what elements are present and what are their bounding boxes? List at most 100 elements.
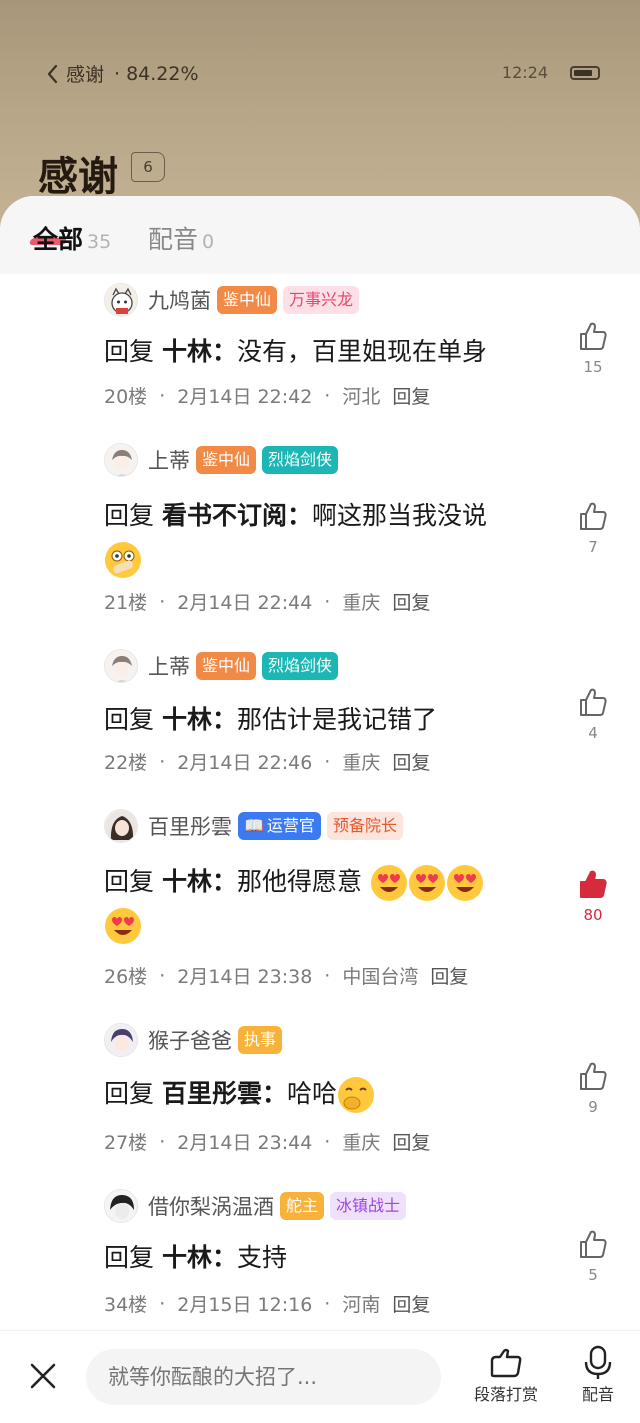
comment-content: 那他得愿意 bbox=[236, 867, 362, 896]
username[interactable]: 百里彤雲 bbox=[148, 811, 232, 841]
like-button[interactable]: 9 bbox=[570, 1060, 616, 1116]
user-badge: 鉴中仙 bbox=[196, 652, 257, 680]
reply-button[interactable]: 回复 bbox=[392, 1128, 430, 1155]
user-badge: 鉴中仙 bbox=[217, 286, 278, 314]
book-icon: 📖 bbox=[244, 816, 264, 835]
comment-location: 重庆 bbox=[342, 592, 381, 614]
microphone-icon bbox=[584, 1345, 612, 1379]
thumbs-up-icon bbox=[580, 502, 607, 530]
comment-text[interactable]: 回复 十林：那他得愿意 bbox=[104, 860, 554, 946]
user-badge: 烈焰剑侠 bbox=[262, 446, 339, 474]
reply-prefix: 回复 bbox=[104, 1079, 155, 1108]
floor-number: 34楼 bbox=[104, 1294, 148, 1316]
reply-button[interactable]: 回复 bbox=[392, 1290, 430, 1317]
thumbs-up-icon bbox=[580, 688, 607, 716]
username[interactable]: 借你梨涡温酒 bbox=[148, 1191, 274, 1221]
comment-meta: 27楼 · 2月14日 23:44 · 重庆 回复 bbox=[104, 1128, 430, 1155]
tab-dubbing[interactable]: 配音 0 bbox=[148, 220, 214, 256]
bottom-bar: 段落打赏 配音 bbox=[0, 1330, 640, 1423]
giggle-emoji-icon bbox=[338, 1077, 374, 1113]
avatar[interactable] bbox=[104, 283, 138, 317]
floor-number: 26楼 bbox=[104, 966, 148, 988]
paragraph-reward-button[interactable]: 段落打赏 bbox=[474, 1345, 538, 1405]
comment-content: 支持 bbox=[236, 1243, 287, 1272]
reply-target: 看书不订阅： bbox=[161, 501, 312, 530]
tab-count: 0 bbox=[202, 231, 215, 253]
reply-button[interactable]: 回复 bbox=[392, 382, 430, 409]
username[interactable]: 猴子爸爸 bbox=[148, 1025, 232, 1055]
reply-button[interactable]: 回复 bbox=[430, 962, 468, 989]
comment-meta: 20楼 · 2月14日 22:42 · 河北 回复 bbox=[104, 382, 430, 409]
floor-number: 21楼 bbox=[104, 592, 148, 614]
reply-target: 十林： bbox=[161, 705, 237, 734]
user-badge: 舵主 bbox=[280, 1192, 325, 1220]
like-count: 7 bbox=[588, 538, 598, 556]
comment-text[interactable]: 回复 百里彤雲：哈哈 bbox=[104, 1072, 554, 1115]
avatar[interactable] bbox=[104, 443, 138, 477]
comment-input[interactable] bbox=[86, 1349, 441, 1405]
comment-text[interactable]: 回复 十林：支持 bbox=[104, 1236, 554, 1279]
reply-prefix: 回复 bbox=[104, 501, 155, 530]
heart-eyes-emoji-icon bbox=[105, 908, 141, 944]
like-button[interactable]: 15 bbox=[570, 320, 616, 376]
comment-content: 哈哈 bbox=[286, 1079, 337, 1108]
reply-prefix: 回复 bbox=[104, 1243, 155, 1272]
reply-target: 百里彤雲： bbox=[161, 1079, 287, 1108]
heart-eyes-emoji-icon bbox=[408, 865, 445, 901]
user-badge: 烈焰剑侠 bbox=[262, 652, 339, 680]
reward-hand-icon bbox=[490, 1348, 522, 1378]
username[interactable]: 九鸠菌 bbox=[148, 285, 211, 315]
like-button[interactable]: 7 bbox=[570, 500, 616, 556]
like-button[interactable]: 4 bbox=[570, 686, 616, 742]
username[interactable]: 上蒂 bbox=[148, 651, 190, 681]
comment-time: 2月14日 23:38 bbox=[177, 966, 313, 988]
reply-prefix: 回复 bbox=[104, 705, 155, 734]
tab-label: 配音 bbox=[148, 225, 199, 254]
tab-all[interactable]: 全部 35 bbox=[33, 220, 111, 256]
comment-location: 河北 bbox=[342, 386, 381, 408]
comment-time: 2月14日 22:44 bbox=[177, 592, 313, 614]
comment-text[interactable]: 回复 看书不订阅：啊这那当我没说 bbox=[104, 494, 554, 580]
thumbs-up-icon bbox=[580, 322, 607, 350]
user-badge: 万事兴龙 bbox=[283, 286, 360, 314]
comment-meta: 26楼 · 2月14日 23:38 · 中国台湾 回复 bbox=[104, 962, 468, 989]
close-icon[interactable] bbox=[28, 1361, 58, 1391]
comment-time: 2月14日 23:44 bbox=[177, 1132, 313, 1154]
user-badge: 预备院长 bbox=[326, 812, 403, 840]
like-count: 4 bbox=[588, 724, 598, 742]
comment-content: 那估计是我记错了 bbox=[236, 705, 437, 734]
avatar[interactable] bbox=[104, 809, 138, 843]
reply-target: 十林： bbox=[161, 337, 237, 366]
avatar[interactable] bbox=[104, 649, 138, 683]
user-badge: 执事 bbox=[238, 1026, 283, 1054]
thumbs-up-filled-icon bbox=[580, 870, 607, 898]
tab-bar: 全部 35 配音 0 bbox=[0, 196, 640, 274]
shocked-emoji-icon bbox=[105, 542, 141, 578]
reply-target: 十林： bbox=[161, 1243, 237, 1272]
floor-number: 27楼 bbox=[104, 1132, 148, 1154]
like-button[interactable]: 5 bbox=[570, 1228, 616, 1284]
dub-button[interactable]: 配音 bbox=[578, 1345, 618, 1405]
reply-button[interactable]: 回复 bbox=[392, 588, 430, 615]
like-button[interactable]: 80 bbox=[570, 868, 616, 924]
like-count: 80 bbox=[583, 906, 603, 924]
battery-icon bbox=[570, 65, 600, 80]
back-navigation[interactable]: 感谢 · 84.22% bbox=[42, 60, 199, 87]
reply-prefix: 回复 bbox=[104, 867, 155, 896]
chevron-left-icon bbox=[47, 64, 58, 83]
comment-text[interactable]: 回复 十林：没有，百里姐现在单身 bbox=[104, 330, 554, 373]
avatar[interactable] bbox=[104, 1023, 138, 1057]
reply-button[interactable]: 回复 bbox=[392, 748, 430, 775]
comment-sheet: 全部 35 配音 0 九鸠菌 鉴中仙 万事兴龙 回复 十林：没有，百里姐现在单身… bbox=[0, 196, 640, 1422]
avatar[interactable] bbox=[104, 1189, 138, 1223]
thumbs-up-icon bbox=[580, 1230, 607, 1258]
comment-meta: 22楼 · 2月14日 22:46 · 重庆 回复 bbox=[104, 748, 430, 775]
username[interactable]: 上蒂 bbox=[148, 445, 190, 475]
comment-text[interactable]: 回复 十林：那估计是我记错了 bbox=[104, 698, 554, 741]
heart-eyes-emoji-icon bbox=[370, 865, 407, 901]
user-badge: 鉴中仙 bbox=[196, 446, 257, 474]
tab-count: 35 bbox=[87, 231, 112, 253]
comment-count-badge: 6 bbox=[131, 152, 165, 182]
comment-meta: 34楼 · 2月15日 12:16 · 河南 回复 bbox=[104, 1290, 430, 1317]
comment-content: 啊这那当我没说 bbox=[311, 501, 487, 530]
